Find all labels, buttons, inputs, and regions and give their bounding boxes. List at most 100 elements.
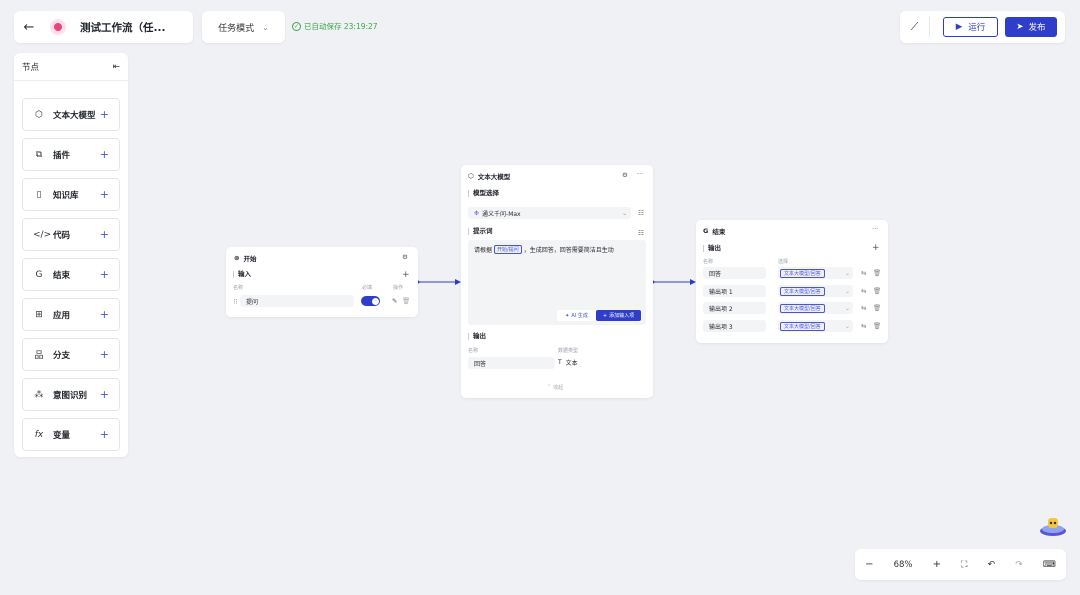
- variable-icon[interactable]: ⇆: [861, 304, 866, 312]
- edit-icon[interactable]: ✎: [392, 297, 397, 305]
- end-output-row-name[interactable]: 回答: [703, 267, 766, 279]
- end-output-row-select[interactable]: 文本大模型/回答 ⌄: [778, 320, 853, 332]
- node-item-app[interactable]: ⊞ 应用 +: [22, 298, 120, 331]
- plus-icon[interactable]: +: [100, 228, 109, 241]
- back-button[interactable]: ←: [14, 11, 44, 43]
- node-item-plugin[interactable]: ⧉ 插件 +: [22, 138, 120, 171]
- start-node[interactable]: ⊚ 开始 ⚙ 输入 + 名称 必填 操作 ⠿ 提问 ✎ 🗑: [226, 247, 418, 317]
- model-value: 通义千问-Max: [482, 210, 521, 218]
- book-icon: ▯: [36, 189, 42, 200]
- output-section-label: 输出: [468, 333, 486, 340]
- node-item-branch[interactable]: 品分支 +: [22, 338, 120, 371]
- zoom-out-icon[interactable]: −: [865, 559, 873, 570]
- redo-icon[interactable]: ↷: [1015, 560, 1023, 570]
- field-value: 提问: [246, 298, 259, 306]
- cube-icon: ⬡: [468, 172, 474, 180]
- workflow-title-bar: ← 测试工作流（任...: [14, 11, 193, 43]
- collapse-button[interactable]: ⌃ 收起: [547, 384, 563, 391]
- keyboard-icon[interactable]: ⌨: [1043, 560, 1056, 570]
- node-item-code[interactable]: </> 代码 +: [22, 218, 120, 251]
- plus-icon[interactable]: +: [100, 188, 109, 201]
- grid-icon: ⊞: [35, 309, 43, 320]
- run-label: 运行: [968, 23, 986, 33]
- trash-icon[interactable]: 🗑: [873, 287, 881, 295]
- workflow-title[interactable]: 测试工作流（任...: [80, 20, 165, 35]
- settings-icon[interactable]: ⚙: [402, 253, 408, 261]
- assistant-icon[interactable]: [1039, 512, 1067, 538]
- output-type: T 文本: [558, 358, 578, 367]
- plus-icon[interactable]: +: [100, 308, 109, 321]
- start-node-title: ⊚ 开始: [234, 253, 256, 263]
- trash-icon[interactable]: 🗑: [873, 322, 881, 330]
- fit-view-icon[interactable]: ⛶: [961, 560, 967, 570]
- autosave-status: ✓ 已自动保存 23:19:27: [292, 21, 378, 32]
- row-name: 回答: [709, 270, 722, 278]
- node-item-intent[interactable]: ⁂ 意图识别 +: [22, 378, 120, 411]
- llm-node[interactable]: ⬡ 文本大模型 ⚙ ··· 模型选择 ❉ 通义千问-Max ⌄ ☷ 提示词 ☷ 请根据…: [461, 165, 653, 398]
- more-icon[interactable]: ···: [637, 170, 643, 178]
- variable-tag[interactable]: 开始/提问: [494, 245, 522, 254]
- variable-icon[interactable]: ⇆: [861, 269, 866, 277]
- app-icon: [50, 19, 66, 35]
- plus-icon[interactable]: +: [100, 108, 109, 121]
- plus-icon[interactable]: +: [100, 428, 109, 441]
- trash-icon[interactable]: 🗑: [873, 269, 881, 277]
- end-output-row-select[interactable]: 文本大模型/回答 ⌄: [778, 302, 853, 314]
- model-settings-icon[interactable]: ☷: [638, 209, 644, 217]
- check-circle-icon: ✓: [292, 22, 301, 31]
- end-icon: G: [703, 227, 709, 235]
- drag-handle-icon[interactable]: ⠿: [233, 298, 238, 306]
- input-field-name[interactable]: 提问: [240, 295, 354, 307]
- play-circle-icon: ⊚: [234, 254, 240, 262]
- zoom-in-icon[interactable]: +: [933, 559, 941, 570]
- node-item-end[interactable]: G 结束 +: [22, 258, 120, 291]
- end-output-row-select[interactable]: 文本大模型/回答 ⌄: [778, 285, 853, 297]
- end-output-row-name[interactable]: 输出项 2: [703, 302, 766, 314]
- node-item-label: 意图识别: [53, 390, 88, 401]
- more-icon[interactable]: ···: [872, 225, 878, 233]
- node-item-llm[interactable]: ⬡ 文本大模型 +: [22, 98, 120, 131]
- variable-icon[interactable]: ⇆: [861, 287, 866, 295]
- col-action: 操作: [393, 285, 404, 291]
- chevron-up-icon: ⌃: [547, 384, 552, 390]
- col-required: 必填: [362, 285, 373, 291]
- mode-select[interactable]: 任务模式 ⌄: [202, 11, 285, 43]
- start-input-label: 输入: [233, 271, 251, 278]
- publish-button[interactable]: ➤ 发布: [1005, 17, 1057, 37]
- trash-icon[interactable]: 🗑: [873, 304, 881, 312]
- line-chart-icon: ⟋: [910, 20, 919, 33]
- required-toggle[interactable]: [361, 296, 380, 306]
- prompt-editor[interactable]: 请根据 开始/提问 ，生成回答，回答需要简洁且生动 ✦ AI 生成 + 添加输入项: [468, 240, 646, 325]
- node-item-knowledge[interactable]: ▯ 知识库 +: [22, 178, 120, 211]
- add-icon[interactable]: +: [402, 270, 410, 280]
- play-icon: ▶: [955, 22, 963, 32]
- expand-icon[interactable]: ☷: [638, 229, 644, 237]
- model-section-label: 模型选择: [468, 190, 499, 197]
- plus-icon[interactable]: +: [100, 388, 109, 401]
- fx-icon: fx: [34, 429, 44, 440]
- ai-generate-button[interactable]: ✦ AI 生成: [557, 310, 596, 321]
- chart-button[interactable]: ⟋: [900, 17, 930, 37]
- collapse-panel-icon[interactable]: ⇤: [113, 62, 120, 72]
- prompt-prefix: 请根据: [474, 247, 493, 254]
- end-output-row-name[interactable]: 输出项 1: [703, 285, 766, 297]
- add-input-button[interactable]: + 添加输入项: [596, 310, 641, 321]
- undo-icon[interactable]: ↶: [988, 560, 996, 570]
- settings-icon[interactable]: ⚙: [622, 171, 628, 179]
- trash-icon[interactable]: 🗑: [402, 297, 410, 305]
- plus-icon[interactable]: +: [100, 268, 109, 281]
- plus-icon[interactable]: +: [100, 148, 109, 161]
- zoom-level[interactable]: 68%: [894, 560, 913, 570]
- node-item-variable[interactable]: fx 变量 +: [22, 418, 120, 451]
- variable-icon[interactable]: ⇆: [861, 322, 866, 330]
- model-select[interactable]: ❉ 通义千问-Max ⌄: [468, 207, 631, 219]
- output-name-field[interactable]: 回答: [468, 357, 555, 369]
- end-node[interactable]: G 结束 ··· 输出 + 名称 选择 回答 文本大模型/回答 ⌄ ⇆ 🗑 输出项 …: [696, 220, 888, 343]
- end-output-row-select[interactable]: 文本大模型/回答 ⌄: [778, 267, 853, 279]
- run-button[interactable]: ▶ 运行: [943, 17, 998, 37]
- plus-icon[interactable]: +: [100, 348, 109, 361]
- add-icon[interactable]: +: [872, 243, 880, 253]
- end-icon: G: [35, 269, 43, 280]
- end-output-row-name[interactable]: 输出项 3: [703, 320, 766, 332]
- send-icon: ➤: [1016, 22, 1024, 32]
